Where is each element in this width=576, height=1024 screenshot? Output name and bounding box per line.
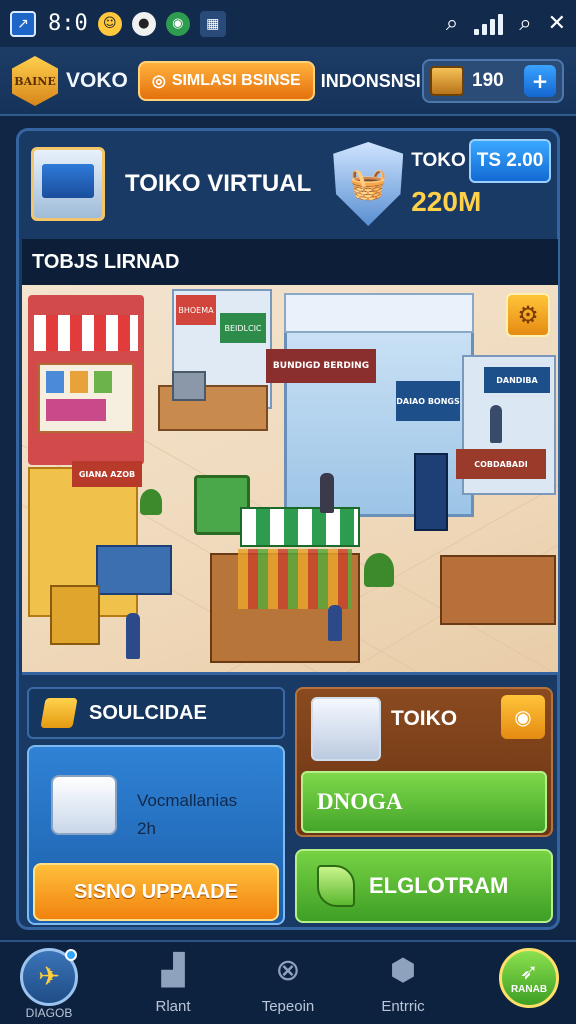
grid-icon: ▦	[199, 10, 226, 37]
store-panel: TOIKO VIRTUAL 🧺 TOKO 220M TS 2.00 TOBJS …	[16, 128, 560, 930]
green-awning	[240, 507, 360, 547]
shopkeeper	[328, 605, 342, 641]
sign: BHOEMA	[176, 295, 216, 325]
nav-label: Rlant	[155, 998, 191, 1015]
mode-button[interactable]: ◎ SIMLASI BSINSE	[137, 61, 315, 101]
store-name: TOIKO VIRTUAL	[125, 170, 312, 197]
upgrade-button[interactable]: SISNO UPPAADE	[33, 863, 279, 921]
store-scene[interactable]: BHOEMA BEIDLCIC BUNDIGD BERDING DAIAO BO…	[22, 285, 558, 675]
search-icon[interactable]: ⌕	[519, 11, 531, 36]
coin-counter: 190 +	[422, 59, 564, 103]
home-icon: ✈	[20, 948, 78, 1006]
ticket-icon	[40, 698, 78, 728]
toko-card: TOIKO ◉ DNOGA	[295, 687, 553, 837]
nav-label: RANAB	[510, 983, 548, 995]
shopper	[320, 473, 334, 513]
add-coins-button[interactable]: +	[524, 65, 556, 97]
nav-item-box[interactable]: ⬢ Entrric	[358, 948, 448, 1024]
status-bar: ↗ 8:0 ☺ ● ◉ ▦ ⌕ ⌕ ✕	[0, 0, 576, 48]
upgrade-number: 2h	[137, 819, 156, 838]
clock: 8:0	[48, 11, 88, 36]
app-icon[interactable]: ↗	[10, 10, 36, 37]
sign: BEIDLCIC	[220, 313, 266, 343]
plant-icon	[364, 553, 394, 587]
fridge-display	[96, 545, 172, 595]
shop-icon	[31, 147, 105, 221]
basket-shield-icon: 🧺	[333, 142, 404, 226]
upgrade-card: Vocmallanias 2h SISNO UPPAADE	[27, 745, 285, 925]
toko-card-label: TOIKO	[391, 707, 458, 730]
register	[172, 371, 206, 401]
upgrade-description: Vocmallanias	[137, 791, 238, 810]
upgrade-header-label: SOULCIDAE	[89, 701, 207, 724]
nav-item-home[interactable]: ✈ DIAGOB	[4, 948, 94, 1024]
store-stat-value: 220M	[411, 186, 482, 217]
program-button[interactable]: ELGLOTRAM	[295, 849, 553, 923]
leaf-icon	[317, 865, 355, 907]
info-icon[interactable]: ◉	[501, 695, 545, 739]
coin-icon: ◎	[151, 73, 166, 90]
nav-item-compass[interactable]: ⊗ Tepeoin	[243, 948, 333, 1024]
nav-label: Tepeoin	[261, 998, 315, 1015]
coin-value: 190	[472, 70, 504, 91]
close-icon[interactable]: ✕	[548, 11, 566, 36]
vending-machine	[414, 453, 448, 531]
nav-item-chart[interactable]: ▟ Rlant	[128, 948, 218, 1024]
emoji-icon: ☺	[97, 11, 122, 36]
product	[70, 371, 88, 393]
signal-icon	[474, 13, 504, 35]
nav-label: Entrric	[381, 998, 425, 1015]
stall	[50, 585, 100, 645]
search-icon[interactable]: ⌕	[446, 11, 458, 36]
sign: DAIAO BONGS	[396, 381, 460, 421]
machine-icon	[51, 775, 117, 835]
sign: DANDIBA	[484, 367, 550, 393]
toko-card-panel[interactable]: DNOGA	[301, 771, 547, 833]
sign: GIANA AZOB	[72, 461, 142, 487]
compass-icon: ⊗	[275, 952, 301, 988]
awning	[34, 315, 138, 351]
chest-icon	[430, 66, 464, 96]
player-name: VOKO	[66, 69, 128, 92]
settings-gear-icon[interactable]: ⚙	[506, 293, 550, 337]
product	[46, 371, 64, 393]
plant-icon	[140, 489, 162, 515]
game-header: BAINE VOKO ◎ SIMLASI BSINSE INDONSNSI 19…	[0, 48, 576, 116]
glass-roof	[284, 293, 474, 333]
right-counter	[440, 555, 556, 625]
globe-icon: ◉	[165, 11, 190, 36]
section-title: TOBJS LIRNAD	[22, 239, 558, 285]
nav-item-go[interactable]: ➶ RANAB	[484, 948, 574, 1024]
box-icon: ⬢	[389, 952, 417, 988]
fridge-icon	[311, 697, 381, 761]
shopper	[126, 613, 140, 659]
shop-logo: BAINE	[12, 56, 58, 106]
produce	[238, 549, 352, 609]
nav-label: DIAGOB	[25, 1006, 73, 1020]
product	[46, 399, 106, 421]
program-button-label: ELGLOTRAM	[369, 873, 509, 898]
price-button[interactable]: TS 2.00	[469, 139, 551, 183]
region-label: INDONSNSI	[320, 70, 421, 91]
sign: COBDABADI	[456, 449, 546, 479]
chart-icon: ▟	[161, 952, 185, 988]
product	[94, 371, 112, 393]
upgrade-header: SOULCIDAE	[27, 687, 285, 739]
shopper	[490, 405, 502, 443]
rocket-icon: ➶ RANAB	[499, 948, 559, 1008]
dot-icon: ●	[131, 11, 156, 36]
bottom-nav: ✈ DIAGOB ▟ Rlant ⊗ Tepeoin ⬢ Entrric ➶ R…	[0, 940, 576, 1024]
sign: BUNDIGD BERDING	[266, 349, 376, 383]
